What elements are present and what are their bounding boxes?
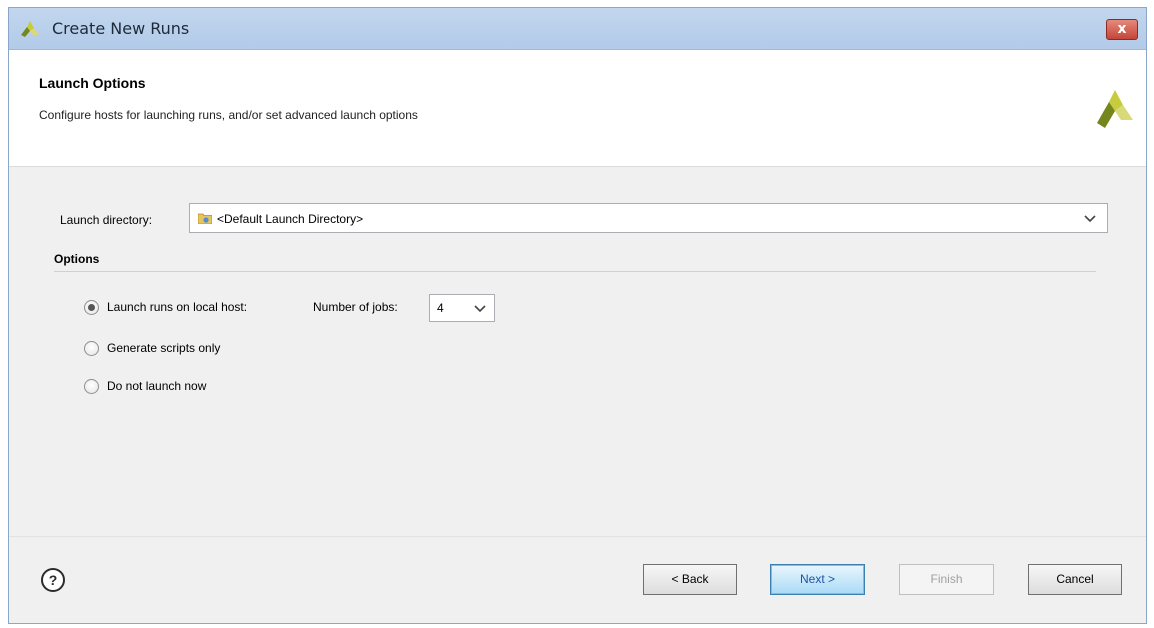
launch-directory-value: <Default Launch Directory> [217, 212, 364, 226]
generate-scripts-radio[interactable] [84, 341, 99, 356]
folder-icon [198, 213, 212, 224]
section-divider [54, 271, 1096, 272]
launch-directory-dropdown[interactable]: <Default Launch Directory> [189, 203, 1108, 233]
launch-directory-label: Launch directory: [60, 213, 153, 227]
back-button[interactable]: < Back [643, 564, 737, 595]
page-subtitle: Configure hosts for launching runs, and/… [39, 108, 418, 122]
cancel-button[interactable]: Cancel [1028, 564, 1122, 595]
close-button[interactable]: x [1106, 19, 1138, 40]
chevron-down-icon [1084, 215, 1096, 223]
do-not-launch-label[interactable]: Do not launch now [107, 379, 206, 393]
finish-button[interactable]: Finish [899, 564, 994, 595]
page-title: Launch Options [39, 75, 146, 91]
chevron-down-icon [474, 305, 486, 313]
launch-local-radio[interactable] [84, 300, 99, 315]
number-of-jobs-label: Number of jobs: [313, 300, 398, 314]
generate-scripts-label[interactable]: Generate scripts only [107, 341, 220, 355]
wizard-body: Launch directory: <Default Launch Direct… [9, 167, 1146, 536]
create-new-runs-dialog: Create New Runs x Launch Options Configu… [8, 7, 1147, 624]
help-button[interactable]: ? [41, 568, 65, 592]
next-button[interactable]: Next > [770, 564, 865, 595]
launch-local-label[interactable]: Launch runs on local host: [107, 300, 247, 314]
xilinx-logo-icon [1097, 90, 1133, 128]
do-not-launch-radio[interactable] [84, 379, 99, 394]
number-of-jobs-value: 4 [437, 301, 444, 315]
xilinx-logo-icon [21, 21, 39, 37]
close-icon: x [1117, 21, 1127, 37]
number-of-jobs-dropdown[interactable]: 4 [429, 294, 495, 322]
help-icon: ? [48, 572, 58, 588]
window-title: Create New Runs [52, 19, 190, 38]
title-bar[interactable]: Create New Runs x [9, 8, 1146, 50]
footer-divider [9, 536, 1146, 537]
options-section-title: Options [54, 252, 100, 266]
wizard-header: Launch Options Configure hosts for launc… [9, 50, 1146, 167]
